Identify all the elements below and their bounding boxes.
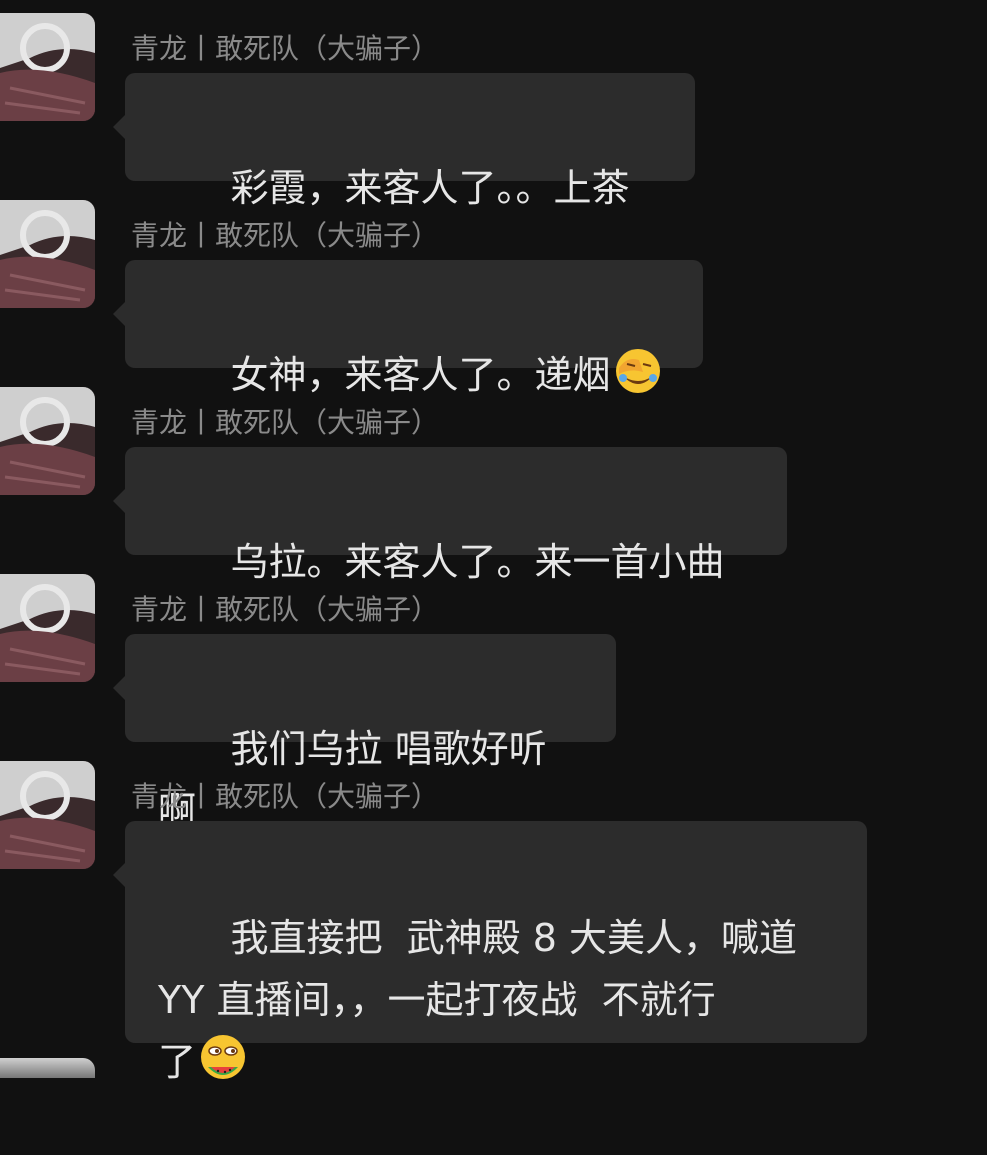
watermelon-eating-emoji-icon xyxy=(201,1035,246,1079)
car-interior-avatar-icon xyxy=(0,200,95,308)
sender-name: 青龙丨敢死队（大骗子） xyxy=(131,406,440,439)
sender-avatar[interactable] xyxy=(0,761,95,869)
message-bubble[interactable]: 我们乌拉 唱歌好听啊 xyxy=(113,634,616,833)
message-bubble[interactable]: 彩霞，来客人了。。上茶 xyxy=(113,73,695,210)
message-bubble[interactable]: 女神，来客人了。递烟 xyxy=(113,260,703,397)
car-interior-avatar-icon xyxy=(0,574,95,682)
message-text: 我直接把 武神殿 8 大美人，喊道 YY 直播间，，一起打夜战 不就行 了 xyxy=(158,916,797,1084)
message-text: 女神，来客人了。递烟 xyxy=(230,353,611,397)
message-bubble[interactable]: 我直接把 武神殿 8 大美人，喊道 YY 直播间，，一起打夜战 不就行 了 xyxy=(113,821,867,1084)
sender-avatar[interactable] xyxy=(0,387,95,495)
car-interior-avatar-icon xyxy=(0,387,95,495)
message-bubble[interactable]: 乌拉。来客人了。来一首小曲 xyxy=(113,447,787,584)
sender-avatar[interactable] xyxy=(0,574,95,682)
message-text: 乌拉。来客人了。来一首小曲 xyxy=(230,540,725,584)
sender-avatar-partial[interactable] xyxy=(0,1058,95,1078)
message-text: 彩霞，来客人了。。上茶 xyxy=(230,166,630,210)
sender-name: 青龙丨敢死队（大骗子） xyxy=(131,219,440,252)
sender-name: 青龙丨敢死队（大骗子） xyxy=(131,780,440,813)
chat-message-list[interactable]: 青龙丨敢死队（大骗子） 彩霞，来客人了。。上茶 青龙丨敢死队（大骗子） 女神，来… xyxy=(0,0,987,1084)
sender-name: 青龙丨敢死队（大骗子） xyxy=(131,593,440,626)
sender-name: 青龙丨敢死队（大骗子） xyxy=(131,32,440,65)
car-interior-avatar-icon xyxy=(0,761,95,869)
facepalm-laugh-emoji-icon xyxy=(615,349,660,393)
sender-avatar[interactable] xyxy=(0,13,95,121)
sender-avatar[interactable] xyxy=(0,200,95,308)
car-interior-avatar-icon xyxy=(0,13,95,121)
